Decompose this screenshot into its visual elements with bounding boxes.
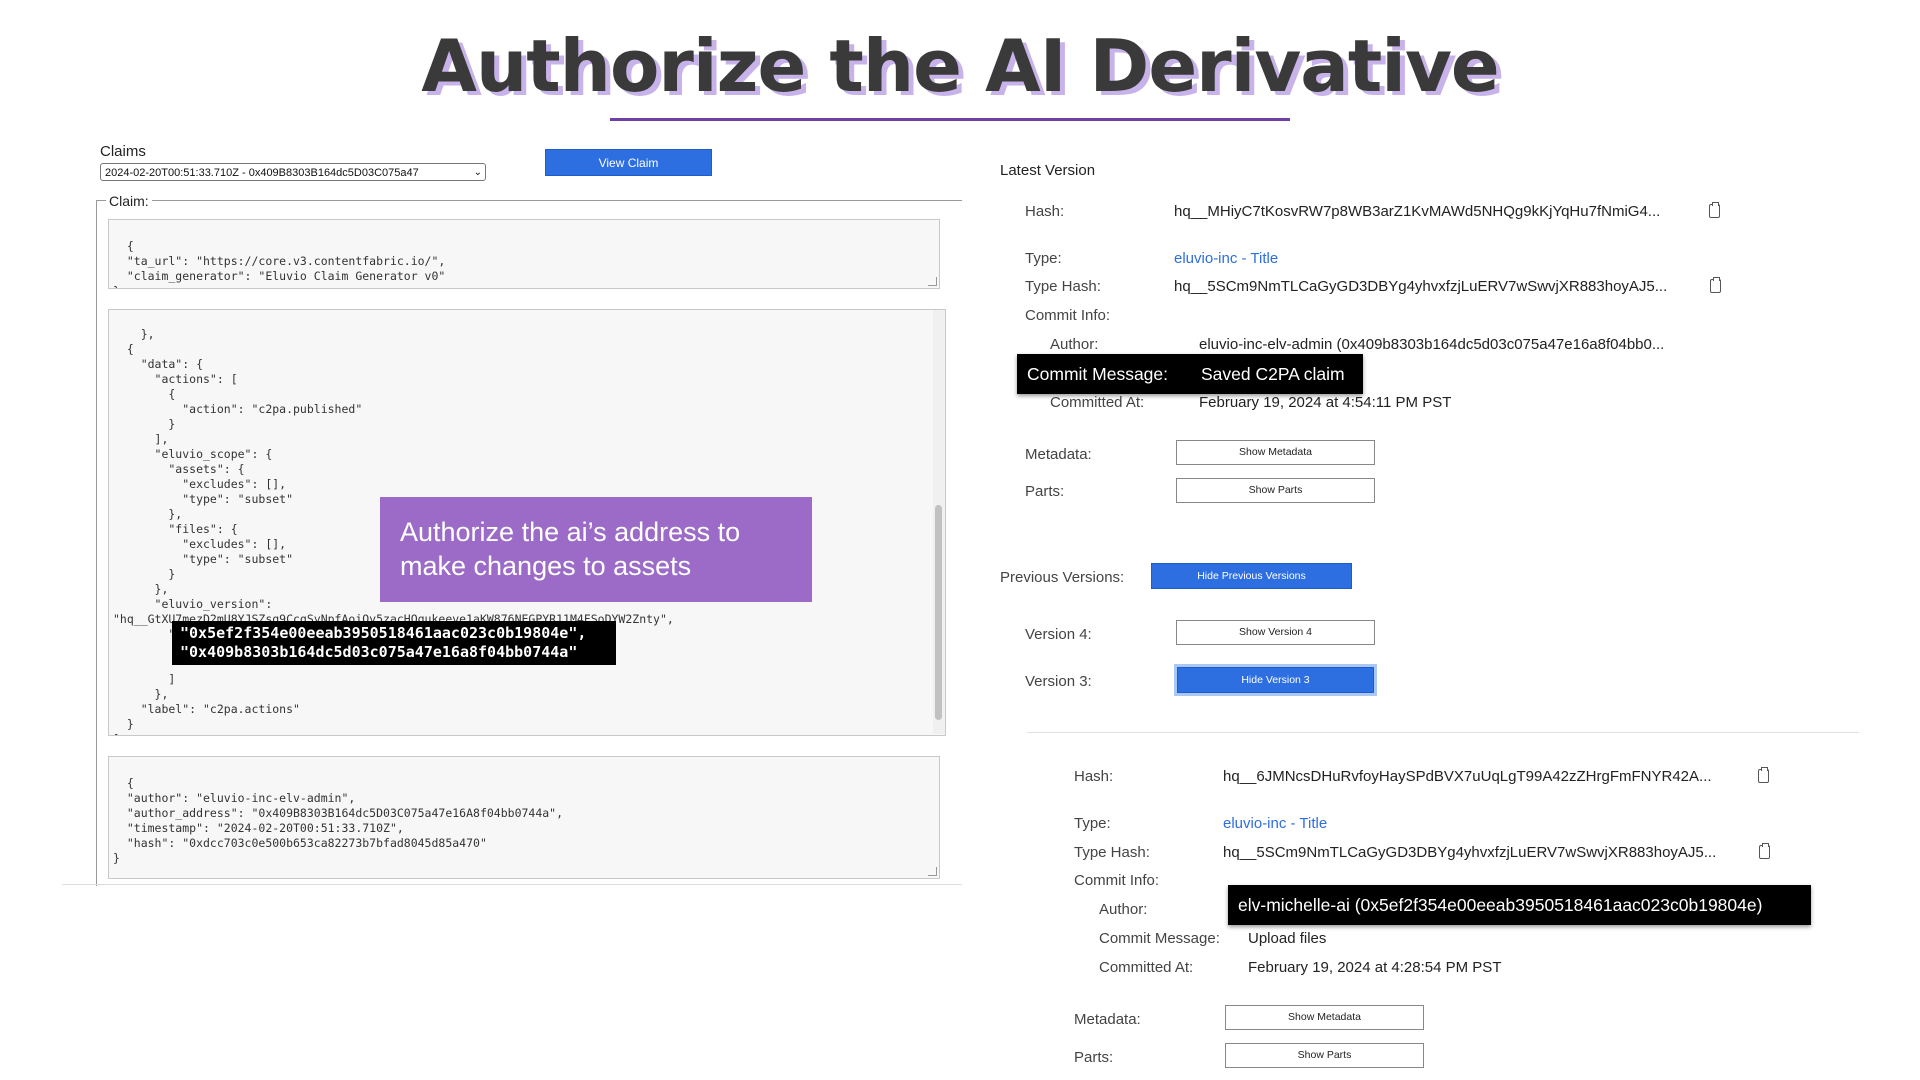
claims-select-value: 2024-02-20T00:51:33.710Z - 0x409B8303B16… <box>105 167 419 179</box>
v3-author-highlight: elv-michelle-ai (0x5ef2f354e00eeab395051… <box>1228 885 1811 925</box>
v3-show-parts-button[interactable]: Show Parts <box>1225 1043 1424 1068</box>
v3-type-label: Type: <box>1074 815 1111 832</box>
claims-label: Claims <box>100 143 146 160</box>
callout-annotation: Authorize the ai’s address to make chang… <box>380 497 812 602</box>
v3-commit-message-value: Upload files <box>1248 930 1327 947</box>
commit-message-highlight: Commit Message: Saved C2PA claim <box>1017 354 1363 394</box>
v3-commit-message-label: Commit Message: <box>1099 930 1220 947</box>
v3-type-hash-value: hq__5SCm9NmTLCaGyGD3DBYg4yhvxfzjLuERV7wS… <box>1223 844 1717 861</box>
slide-title: Authorize the AI Derivative <box>421 24 1499 108</box>
claim-signature-textarea[interactable]: { "author": "eluvio-inc-elv-admin", "aut… <box>108 756 940 879</box>
type-label: Type: <box>1025 250 1062 267</box>
resize-handle[interactable] <box>928 867 937 876</box>
hide-version3-button[interactable]: Hide Version 3 <box>1177 667 1374 693</box>
v3-committed-at-value: February 19, 2024 at 4:28:54 PM PST <box>1248 959 1502 976</box>
claim-legend: Claim: <box>106 193 152 209</box>
latest-version-heading: Latest Version <box>1000 162 1096 179</box>
parts-label: Parts: <box>1025 483 1065 500</box>
version4-label: Version 4: <box>1025 626 1092 643</box>
chevron-down-icon: ⌄ <box>473 167 482 178</box>
assertions-scrollbar-thumb[interactable] <box>935 505 942 720</box>
title-underline <box>610 118 1290 121</box>
clipboard-icon[interactable] <box>1758 767 1769 783</box>
v3-type-link[interactable]: eluvio-inc - Title <box>1223 815 1327 832</box>
claim-signature-json: { "author": "eluvio-inc-elv-admin", "aut… <box>113 776 564 865</box>
show-parts-button[interactable]: Show Parts <box>1176 478 1375 503</box>
v3-commit-info-label: Commit Info: <box>1074 872 1160 889</box>
v3-author-label: Author: <box>1099 901 1148 918</box>
commit-message-label: Commit Message: <box>1027 364 1169 384</box>
show-version4-button[interactable]: Show Version 4 <box>1176 620 1375 645</box>
type-link[interactable]: eluvio-inc - Title <box>1174 250 1278 267</box>
exempt-addresses-highlight: "0x5ef2f354e00eeab3950518461aac023c0b198… <box>172 621 616 665</box>
metadata-label: Metadata: <box>1025 446 1092 463</box>
author-label: Author: <box>1050 336 1099 353</box>
view-claim-button[interactable]: View Claim <box>545 149 712 176</box>
clipboard-icon[interactable] <box>1709 202 1720 218</box>
previous-versions-label: Previous Versions: <box>1000 569 1125 586</box>
v3-author-value: elv-michelle-ai (0x5ef2f354e00eeab395051… <box>1238 895 1763 915</box>
v3-type-hash-label: Type Hash: <box>1074 844 1150 861</box>
claim-header-json: { "ta_url": "https://core.v3.contentfabr… <box>113 239 446 288</box>
v3-show-metadata-button[interactable]: Show Metadata <box>1225 1005 1424 1030</box>
committed-at-label: Committed At: <box>1050 394 1145 411</box>
version-divider <box>1027 732 1859 733</box>
show-metadata-button[interactable]: Show Metadata <box>1176 440 1375 465</box>
v3-metadata-label: Metadata: <box>1074 1011 1141 1028</box>
resize-handle[interactable] <box>928 277 937 286</box>
v3-parts-label: Parts: <box>1074 1049 1114 1066</box>
committed-at-value: February 19, 2024 at 4:54:11 PM PST <box>1199 394 1452 411</box>
author-value: eluvio-inc-elv-admin (0x409b8303b164dc5d… <box>1199 336 1665 353</box>
claim-header-textarea[interactable]: { "ta_url": "https://core.v3.contentfabr… <box>108 219 940 289</box>
v3-committed-at-label: Committed At: <box>1099 959 1194 976</box>
v3-hash-value: hq__6JMNcsDHuRvfoyHaySPdBVX7uUqLgT99A42z… <box>1223 768 1712 785</box>
clipboard-icon[interactable] <box>1710 277 1721 293</box>
hash-label: Hash: <box>1025 203 1065 220</box>
type-hash-value: hq__5SCm9NmTLCaGyGD3DBYg4yhvxfzjLuERV7wS… <box>1174 278 1668 295</box>
hash-value: hq__MHiyC7tKosvRW7p8WB3arZ1KvMAWd5NHQg9k… <box>1174 203 1661 220</box>
commit-info-label: Commit Info: <box>1025 307 1111 324</box>
version3-label: Version 3: <box>1025 673 1092 690</box>
claims-select[interactable]: 2024-02-20T00:51:33.710Z - 0x409B8303B16… <box>100 163 486 181</box>
commit-message-value: Saved C2PA claim <box>1201 364 1345 384</box>
hide-previous-versions-button[interactable]: Hide Previous Versions <box>1151 563 1352 589</box>
clipboard-icon[interactable] <box>1759 843 1770 859</box>
type-hash-label: Type Hash: <box>1025 278 1101 295</box>
panel-divider <box>62 884 962 885</box>
v3-hash-label: Hash: <box>1074 768 1114 785</box>
